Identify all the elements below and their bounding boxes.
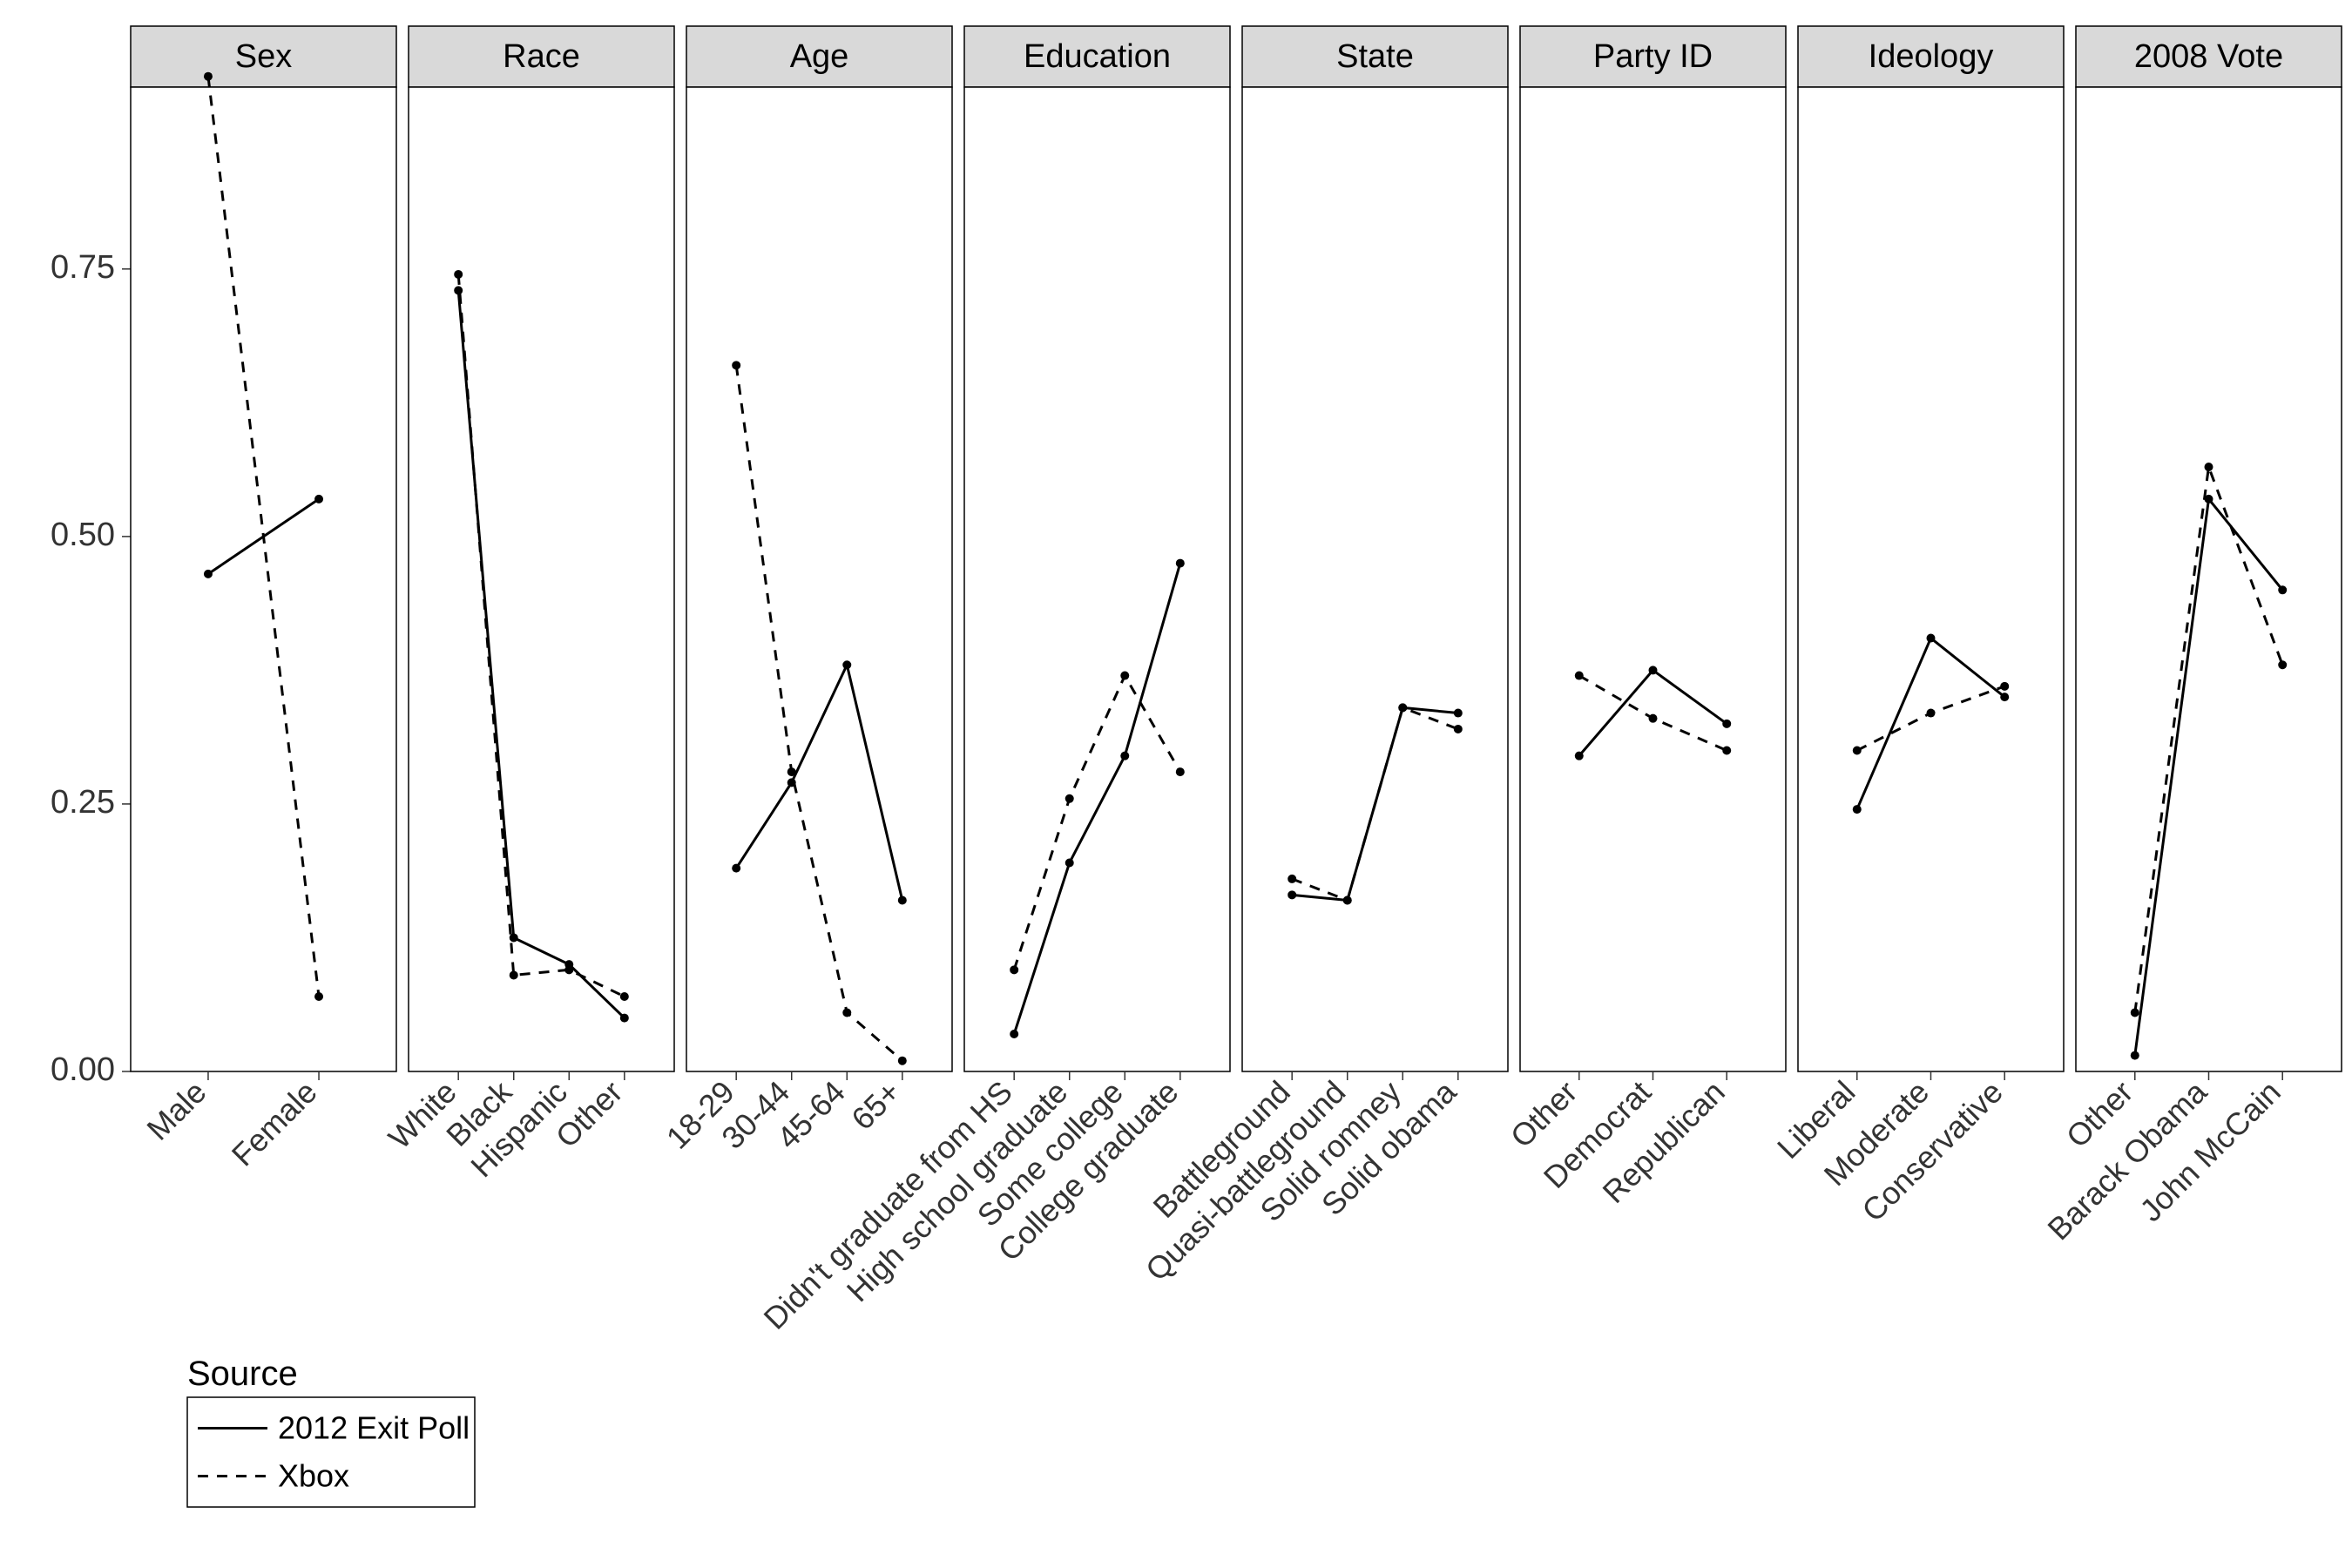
data-point xyxy=(1575,752,1584,760)
data-point xyxy=(1649,666,1658,674)
data-point xyxy=(1288,890,1296,899)
data-point xyxy=(2278,585,2287,594)
data-point xyxy=(1398,703,1407,712)
x-tick-label: Female xyxy=(225,1074,324,1173)
panel-title: 2008 Vote xyxy=(2134,38,2283,75)
data-point xyxy=(2000,682,2009,691)
panel-title: Party ID xyxy=(1593,38,1713,75)
data-point xyxy=(2205,463,2213,471)
data-point xyxy=(1649,714,1658,723)
panel-body xyxy=(2076,87,2342,1071)
data-point xyxy=(2000,693,2009,701)
data-point xyxy=(2278,660,2287,669)
panel-body xyxy=(1520,87,1786,1071)
data-point xyxy=(314,495,323,504)
data-point xyxy=(1722,747,1731,755)
data-point xyxy=(1010,1030,1018,1038)
data-point xyxy=(564,965,573,974)
x-tick-label: White xyxy=(382,1074,463,1156)
data-point xyxy=(510,933,518,942)
data-point xyxy=(1288,875,1296,883)
data-point xyxy=(620,992,629,1001)
data-point xyxy=(1927,634,1936,643)
panel-body xyxy=(131,87,396,1071)
legend-title: Source xyxy=(187,1355,298,1393)
legend-label: Xbox xyxy=(278,1458,349,1494)
data-point xyxy=(842,1008,851,1017)
data-point xyxy=(2131,1008,2139,1017)
data-point xyxy=(1853,747,1862,755)
data-point xyxy=(1065,858,1074,867)
panel-title: Race xyxy=(503,38,580,75)
data-point xyxy=(1575,672,1584,680)
data-point xyxy=(898,896,907,904)
data-point xyxy=(732,361,740,369)
panel-title: State xyxy=(1336,38,1414,75)
data-point xyxy=(204,72,213,81)
data-point xyxy=(787,767,796,776)
data-point xyxy=(1454,709,1463,718)
data-point xyxy=(898,1057,907,1065)
y-tick-label: 0.00 xyxy=(51,1051,115,1088)
panel-title: Sex xyxy=(235,38,292,75)
data-point xyxy=(1454,725,1463,733)
y-tick-label: 0.25 xyxy=(51,784,115,821)
data-point xyxy=(1343,896,1352,904)
data-point xyxy=(1065,794,1074,803)
panel-body xyxy=(686,87,952,1071)
data-point xyxy=(1722,720,1731,728)
data-point xyxy=(620,1014,629,1023)
panel-body xyxy=(964,87,1230,1071)
panel-body xyxy=(409,87,674,1071)
data-point xyxy=(1176,767,1185,776)
data-point xyxy=(314,992,323,1001)
x-tick-label: Male xyxy=(139,1074,213,1147)
data-point xyxy=(1853,805,1862,814)
data-point xyxy=(842,660,851,669)
panel-title: Education xyxy=(1024,38,1171,75)
panel-body xyxy=(1798,87,2064,1071)
data-point xyxy=(1927,709,1936,718)
legend-label: 2012 Exit Poll xyxy=(278,1410,470,1446)
data-point xyxy=(1176,559,1185,568)
data-point xyxy=(204,570,213,578)
data-point xyxy=(1120,752,1129,760)
y-tick-label: 0.50 xyxy=(51,517,115,553)
data-point xyxy=(454,286,463,294)
data-point xyxy=(454,270,463,279)
panel-title: Age xyxy=(790,38,849,75)
data-point xyxy=(1120,672,1129,680)
data-point xyxy=(732,864,740,873)
data-point xyxy=(510,970,518,979)
data-point xyxy=(2131,1051,2139,1060)
x-tick-label: 65+ xyxy=(844,1074,907,1137)
panel-body xyxy=(1242,87,1508,1071)
data-point xyxy=(1010,965,1018,974)
y-tick-label: 0.75 xyxy=(51,249,115,286)
panel-title: Ideology xyxy=(1869,38,1994,75)
